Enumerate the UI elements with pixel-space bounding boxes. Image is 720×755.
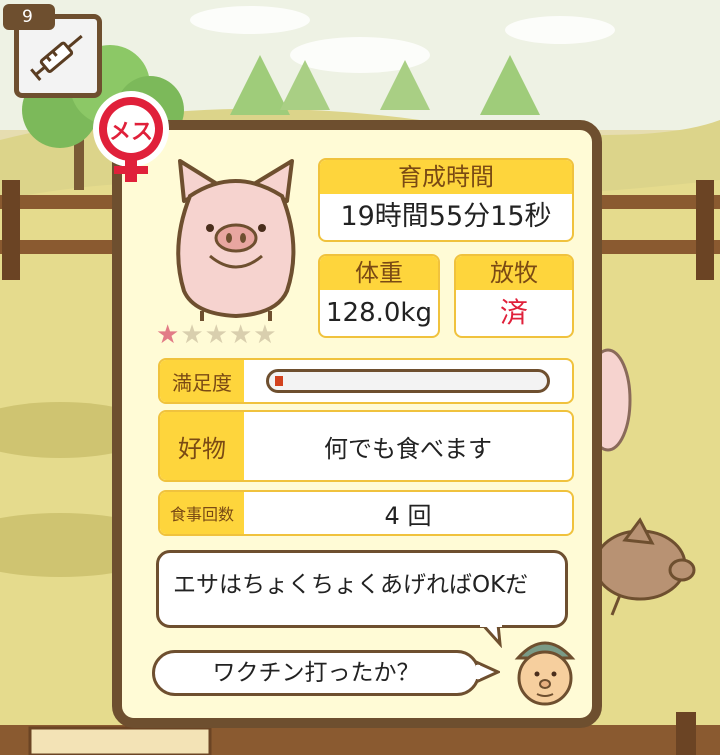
satisfaction-value (244, 360, 572, 402)
satisfaction-meter (266, 369, 550, 393)
counter-badge: 9 (3, 4, 55, 30)
rating-star-empty: ★ (228, 320, 254, 350)
speech-tail-bottom (476, 660, 500, 684)
growth-time-value: 19時間55分15秒 (340, 201, 552, 232)
rating-star-empty: ★ (180, 320, 205, 350)
speech-text-top: エサはちょくちょくあげればOKだ (173, 572, 529, 598)
favorite-food-row: 好物 何でも食べます (158, 410, 574, 482)
speech-bubble-top: エサはちょくちょくあげればOKだ (156, 550, 568, 628)
speech-bubble-bottom: ワクチン打ったか？ (152, 650, 480, 696)
farmer-avatar (514, 641, 576, 706)
weight-value: 128.0kg (326, 298, 432, 328)
grazing-box: 放牧 済 (454, 254, 574, 338)
rating-star-empty: ★ (204, 320, 229, 350)
gender-label: メス (108, 120, 153, 145)
satisfaction-row: 満足度 (158, 358, 574, 404)
pig-info-card: ★★★★★ 育成時間 19時間55分15秒 体重 128.0kg 放牧 済 満足… (112, 120, 602, 728)
game-scene: 9 ★★★★★ 育成時間 19時間55分15秒 体重 128.0kg 放牧 済 … (0, 0, 720, 755)
rating-star-filled: ★ (156, 320, 181, 350)
favorite-food-value: 何でも食べます (324, 434, 492, 463)
gender-badge: メス (90, 88, 172, 184)
weight-box: 体重 128.0kg (318, 254, 440, 338)
satisfaction-meter-fill (275, 376, 283, 386)
grazing-label: 放牧 (456, 256, 572, 290)
syringe-icon (30, 34, 83, 81)
growth-time-box: 育成時間 19時間55分15秒 (318, 158, 574, 242)
counter-value: 9 (22, 7, 33, 27)
meal-count-label: 食事回数 (160, 492, 244, 534)
satisfaction-label: 満足度 (160, 360, 244, 402)
pig-portrait (176, 159, 296, 321)
growth-time-label: 育成時間 (320, 160, 572, 194)
rating-star-empty: ★ (253, 320, 278, 350)
meal-count-value: 4 回 (384, 501, 432, 530)
favorite-food-label: 好物 (160, 412, 244, 480)
grazing-value: 済 (499, 296, 528, 329)
speech-text-bottom: ワクチン打ったか？ (212, 660, 420, 686)
speech-tail-top (480, 624, 502, 648)
rating-stars: ★★★★★ (156, 320, 278, 350)
meal-count-row: 食事回数 4 回 (158, 490, 574, 536)
weight-label: 体重 (320, 256, 438, 290)
